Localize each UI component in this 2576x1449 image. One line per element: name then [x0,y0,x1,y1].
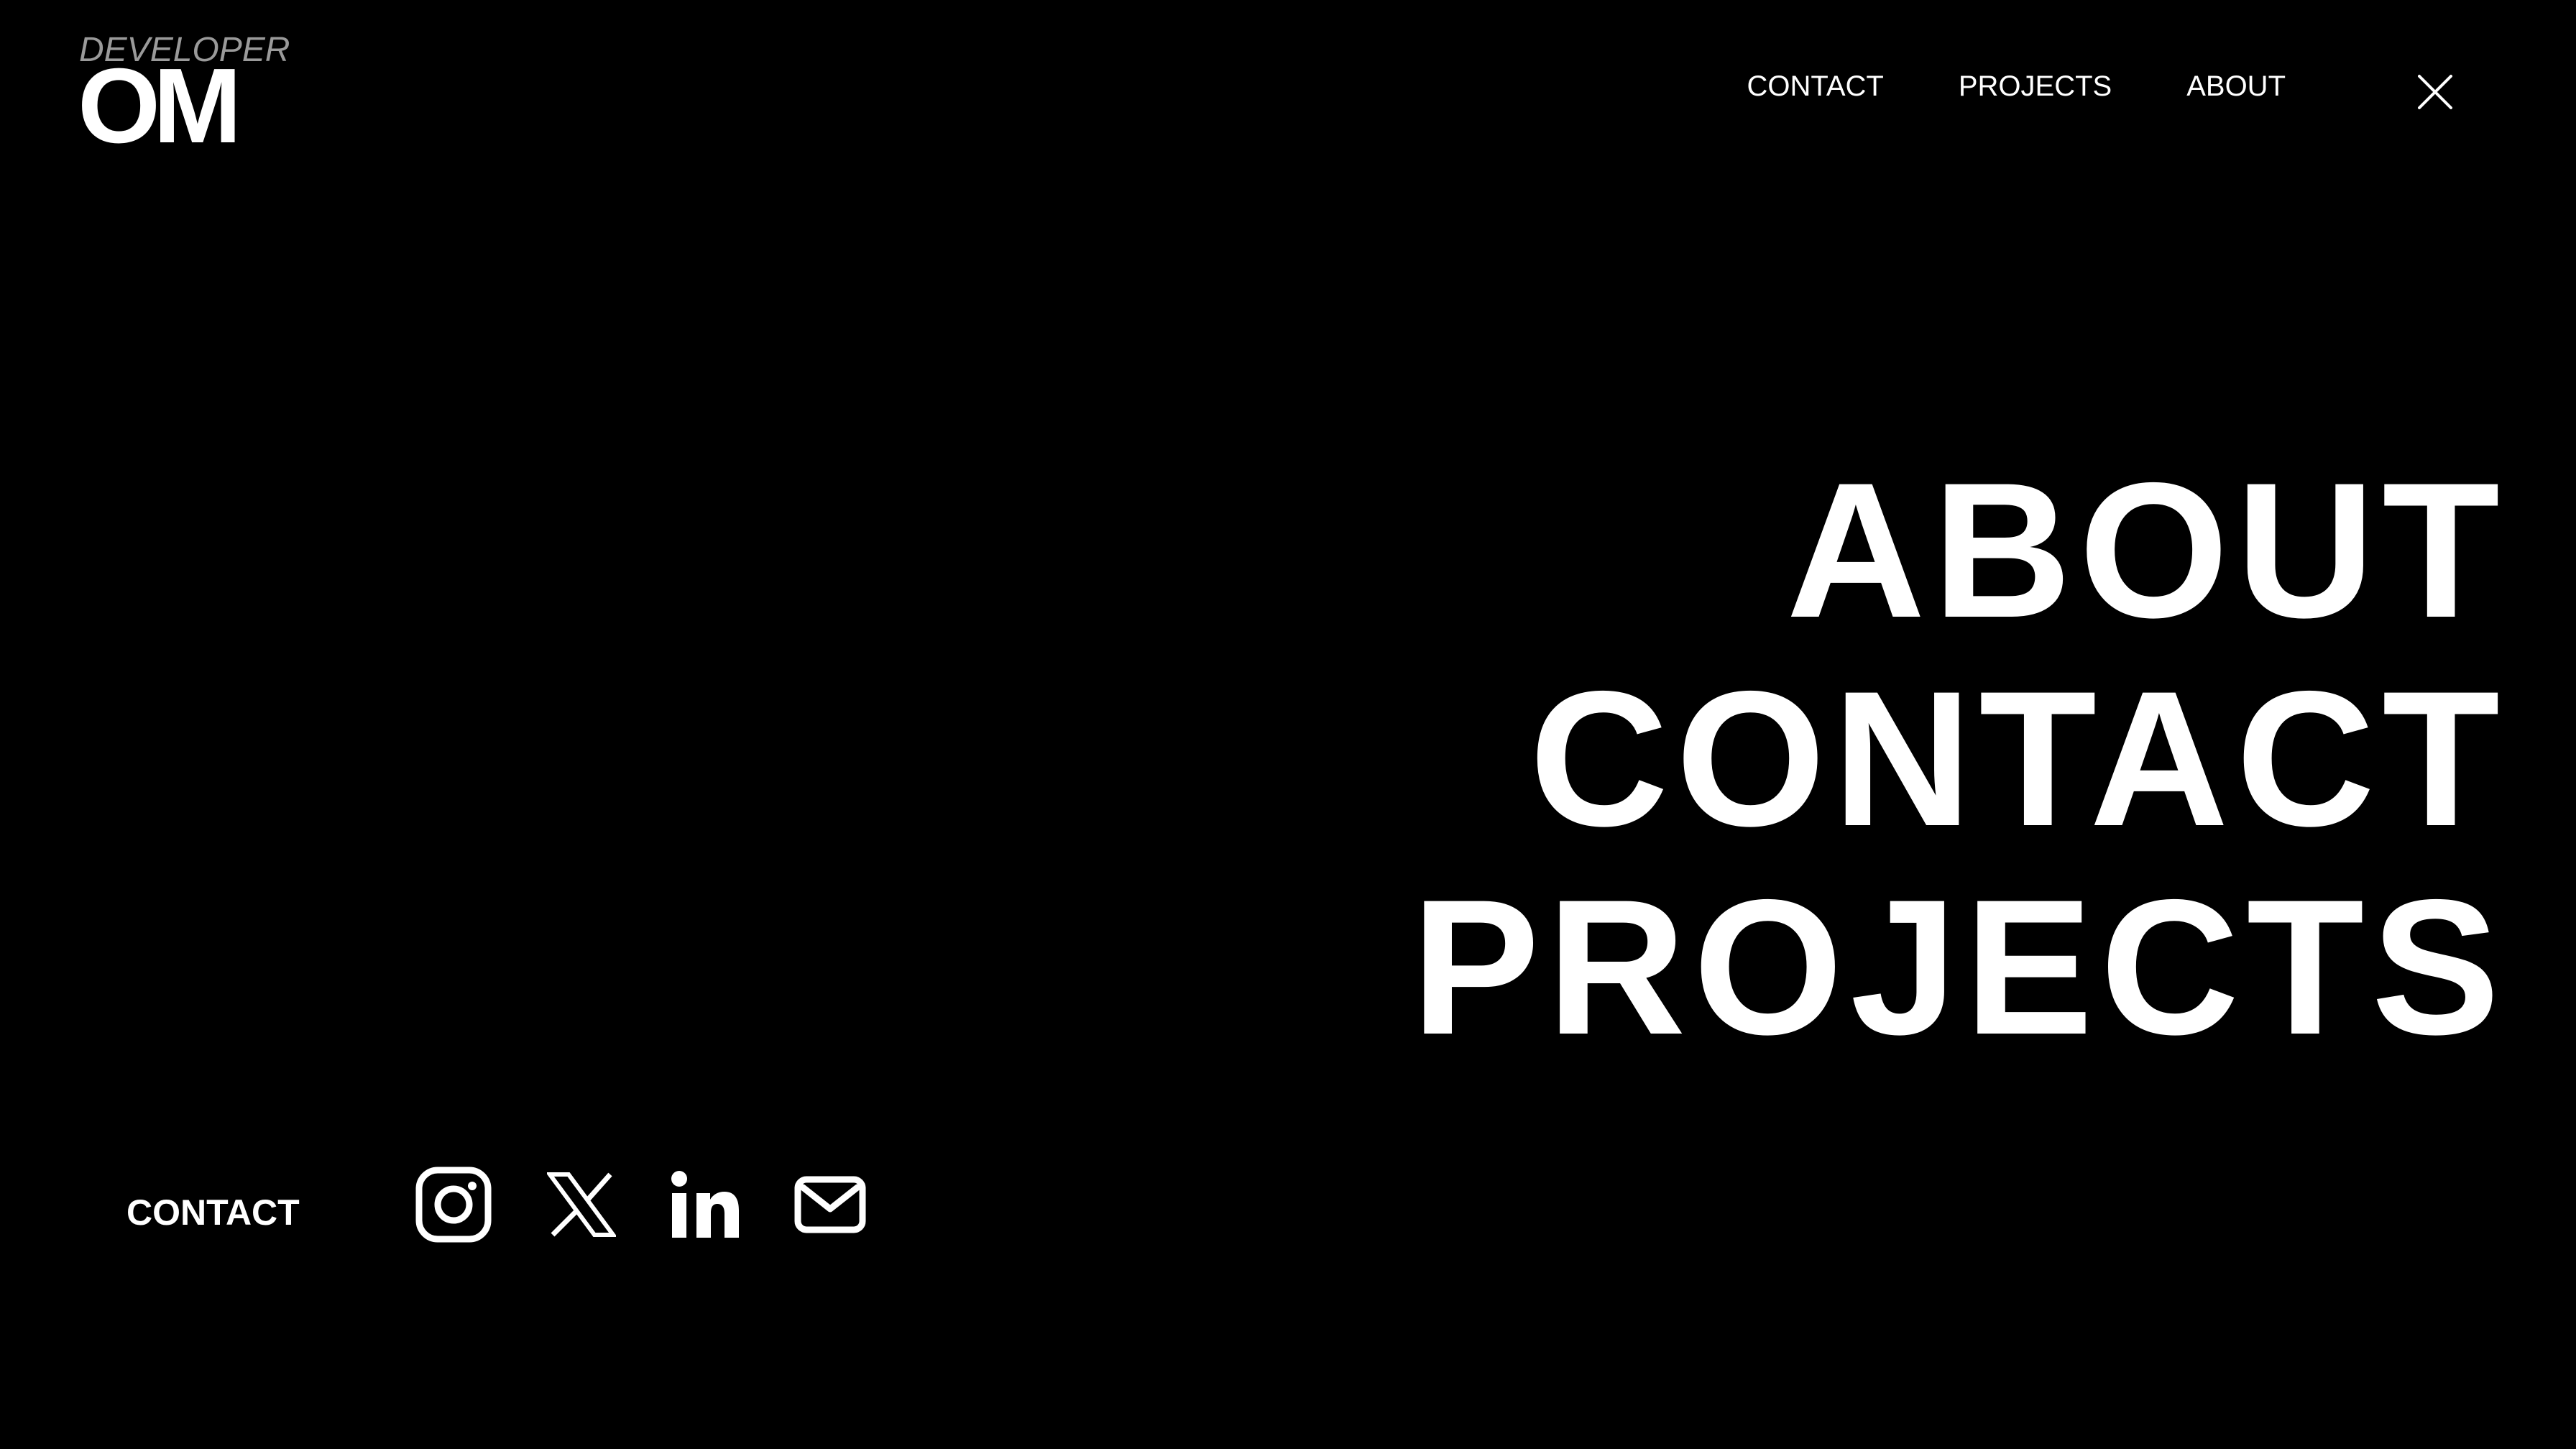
contact-label: CONTACT [126,1192,300,1233]
close-menu-button[interactable] [2416,73,2454,111]
contact-row: CONTACT [126,1162,866,1248]
linkedin-icon [671,1171,739,1238]
instagram-link[interactable] [415,1166,492,1243]
menu-item-about[interactable]: ABOUT [1786,446,2507,654]
overlay-menu: ABOUT CONTACT PROJECTS [1411,446,2507,1071]
menu-item-projects[interactable]: PROJECTS [1411,862,2507,1071]
nav-link-projects[interactable]: PROJECTS [1959,66,2112,106]
social-links [415,1166,866,1243]
email-link[interactable] [794,1176,866,1233]
linkedin-link[interactable] [671,1170,740,1239]
page: DEVELOPER OM CONTACT PROJECTS ABOUT ABOU… [0,0,2576,1449]
menu-item-contact[interactable]: CONTACT [1530,654,2507,862]
close-icon [2418,75,2452,109]
x-link[interactable] [546,1172,616,1238]
nav-link-contact[interactable]: CONTACT [1747,66,1883,106]
instagram-icon [415,1167,492,1243]
top-nav: CONTACT PROJECTS ABOUT [1747,66,2286,106]
email-icon [794,1176,866,1233]
logo-name: OM [78,47,242,165]
logo[interactable]: DEVELOPER OM [78,33,290,160]
x-icon [546,1172,616,1237]
nav-link-about[interactable]: ABOUT [2186,66,2286,106]
